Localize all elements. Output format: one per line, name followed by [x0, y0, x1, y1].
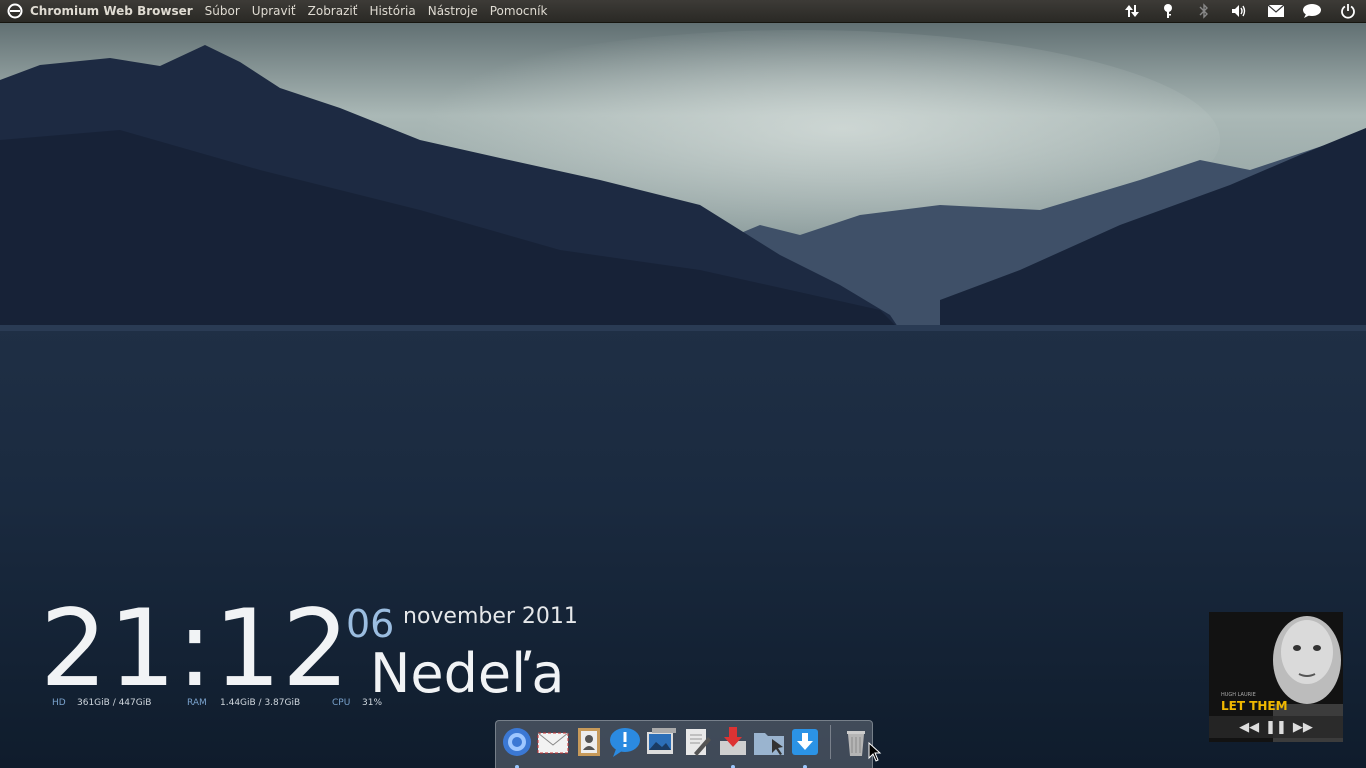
menu-zobrazit[interactable]: Zobraziť	[308, 4, 358, 18]
image-viewer-icon[interactable]	[644, 725, 678, 759]
cpu-label: CPU	[332, 698, 351, 708]
previous-icon[interactable]: ◀◀	[1239, 720, 1259, 735]
system-logo-icon[interactable]	[0, 3, 30, 19]
menu-subor[interactable]: Súbor	[205, 4, 240, 18]
network-icon[interactable]	[1114, 3, 1150, 19]
key-icon[interactable]	[1150, 3, 1186, 19]
top-panel: Chromium Web Browser Súbor Upraviť Zobra…	[0, 0, 1366, 23]
ram-label: RAM	[187, 698, 207, 708]
mail-icon[interactable]	[536, 725, 570, 759]
clock-weekday: Nedeľa	[370, 642, 565, 705]
dock	[495, 720, 873, 768]
contacts-icon[interactable]	[572, 725, 606, 759]
file-manager-icon[interactable]	[752, 725, 786, 759]
mail-icon[interactable]	[1258, 4, 1294, 18]
next-icon[interactable]: ▶▶	[1293, 720, 1313, 735]
cpu-value: 31%	[362, 698, 383, 708]
system-tray	[1114, 0, 1366, 22]
clock-time: 21:12	[40, 587, 351, 710]
menu-nastroje[interactable]: Nástroje	[428, 4, 478, 18]
volume-icon[interactable]	[1222, 3, 1258, 19]
album-artist: HUGH LAURIE	[1221, 692, 1256, 698]
active-app-name: Chromium Web Browser	[30, 4, 193, 18]
clock-month-year: november 2011	[403, 604, 578, 629]
clock-day: 06	[346, 602, 395, 646]
mouse-pointer-icon	[868, 742, 882, 762]
pause-icon[interactable]: ❚❚	[1265, 720, 1287, 735]
downloads-icon[interactable]	[788, 725, 822, 768]
power-icon[interactable]	[1330, 3, 1366, 19]
dock-separator	[830, 725, 831, 759]
bluetooth-icon[interactable]	[1186, 3, 1222, 19]
music-player-widget: HUGH LAURIE LET THEM ◀◀ ❚❚ ▶▶	[1209, 612, 1343, 742]
hd-label: HD	[52, 698, 66, 708]
installer-icon[interactable]	[716, 725, 750, 768]
ram-value: 1.44GiB / 3.87GiB	[220, 698, 301, 708]
app-menu: Súbor Upraviť Zobraziť História Nástroje…	[205, 4, 548, 18]
player-controls: ◀◀ ❚❚ ▶▶	[1209, 716, 1343, 738]
chat-icon[interactable]	[608, 725, 642, 759]
hd-value: 361GiB / 447GiB	[77, 698, 152, 708]
menu-pomocnik[interactable]: Pomocník	[490, 4, 548, 18]
album-title: LET THEM	[1221, 699, 1288, 713]
menu-historia[interactable]: História	[369, 4, 415, 18]
chromium-icon[interactable]	[500, 725, 534, 768]
menu-upravit[interactable]: Upraviť	[252, 4, 296, 18]
text-editor-icon[interactable]	[680, 725, 714, 759]
chat-icon[interactable]	[1294, 3, 1330, 19]
